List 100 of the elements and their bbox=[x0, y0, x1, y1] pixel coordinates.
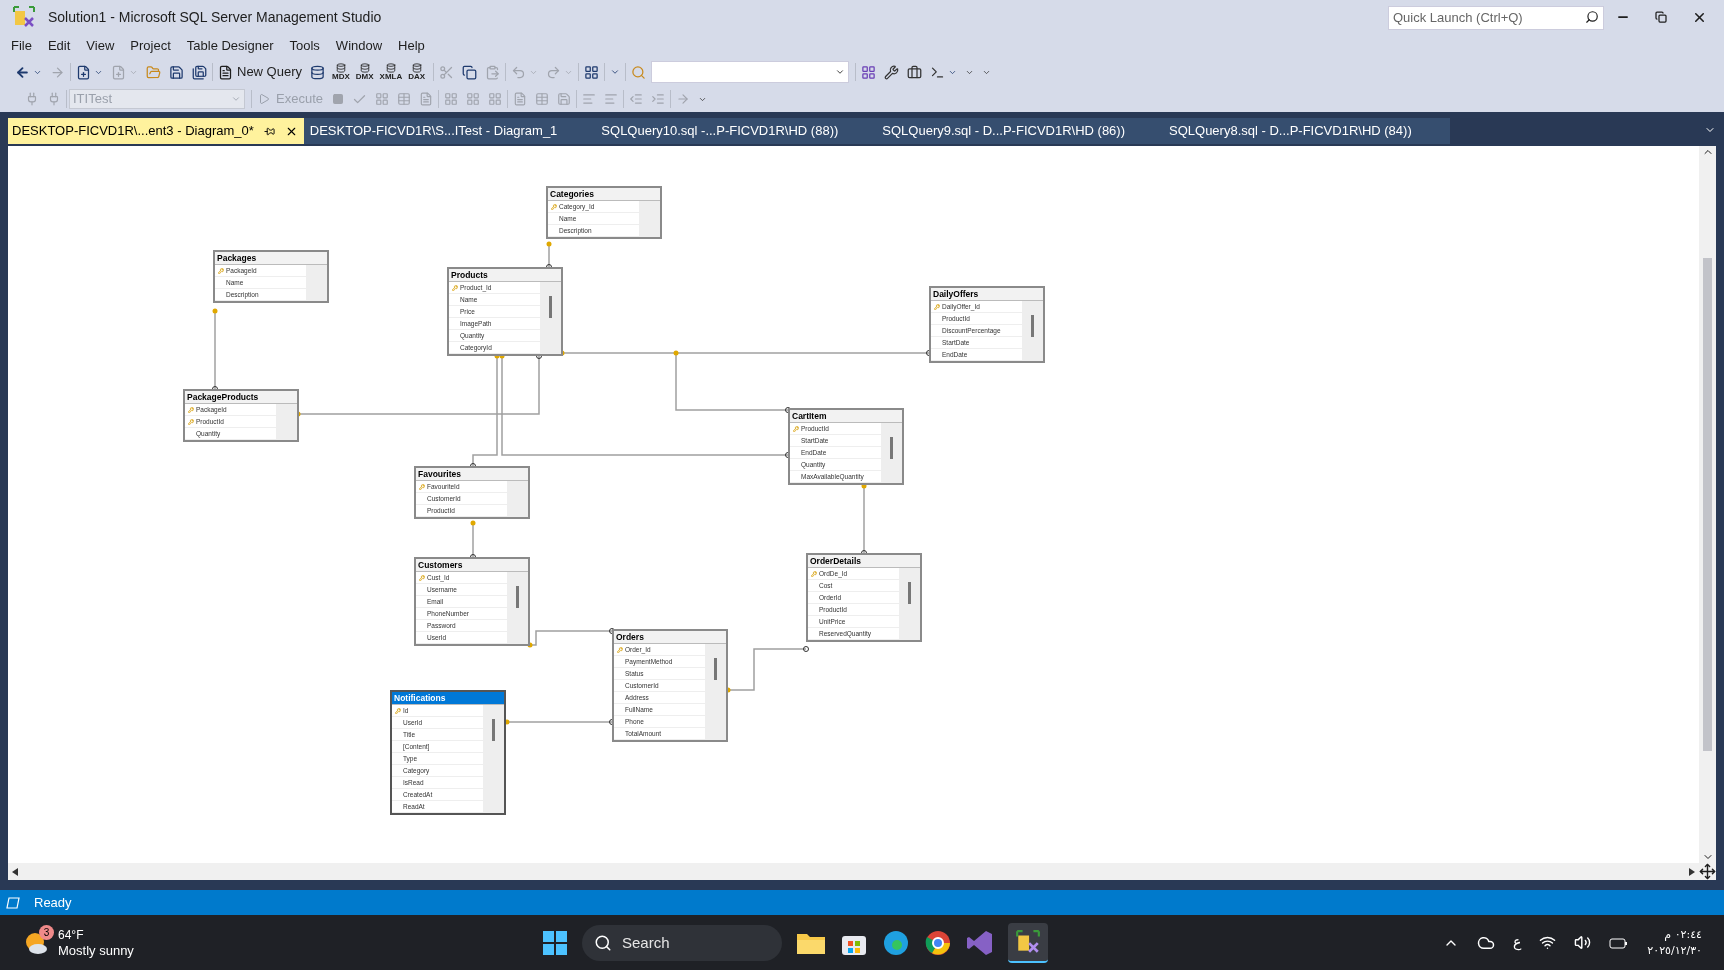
scroll-thumb[interactable] bbox=[890, 437, 893, 459]
key-icon bbox=[418, 483, 425, 490]
open-file-icon bbox=[146, 64, 161, 80]
scroll-thumb[interactable] bbox=[549, 296, 552, 318]
results-text-icon bbox=[513, 92, 527, 106]
menu-item[interactable]: Help bbox=[390, 35, 433, 57]
menu-item[interactable]: File bbox=[3, 35, 40, 57]
connect-icon bbox=[25, 92, 39, 106]
relationship-line[interactable] bbox=[527, 628, 615, 648]
menu-item[interactable]: Window bbox=[327, 35, 391, 57]
outdent-icon bbox=[629, 92, 643, 106]
quick-launch-field[interactable]: Quick Launch (Ctrl+Q) bbox=[1388, 5, 1604, 30]
key-icon bbox=[616, 646, 623, 653]
toolbox-icon bbox=[907, 64, 923, 80]
document-tab[interactable]: SQLQuery8.sql - D...P-FICVD1R\HD (84)) bbox=[1163, 118, 1450, 144]
window-title: Solution1 - Microsoft SQL Server Management Studio bbox=[48, 7, 382, 27]
restore-icon bbox=[1655, 11, 1667, 23]
scroll-thumb[interactable] bbox=[492, 719, 495, 741]
query-type-button[interactable]: DMX bbox=[353, 60, 376, 84]
caret-icon bbox=[231, 94, 241, 104]
volume-icon[interactable] bbox=[1574, 934, 1592, 951]
table-title: PackageProducts bbox=[185, 391, 297, 404]
add-item-icon bbox=[111, 64, 126, 80]
table-title: DailyOffers bbox=[931, 288, 1043, 301]
document-tab[interactable]: SQLQuery9.sql - D...P-FICVD1R\HD (86)) bbox=[876, 118, 1163, 144]
query-type-button[interactable]: DAX bbox=[406, 60, 428, 84]
relationship-line[interactable] bbox=[470, 520, 476, 560]
document-tab[interactable]: SQLQuery10.sql -...P-FICVD1R\HD (88)) bbox=[595, 118, 877, 144]
visual-studio-icon[interactable] bbox=[966, 928, 994, 957]
caret-icon bbox=[835, 67, 846, 77]
menu-item[interactable]: Edit bbox=[39, 35, 79, 57]
horizontal-scrollbar[interactable] bbox=[8, 863, 1699, 880]
results-file-icon bbox=[557, 92, 571, 106]
clock-time[interactable]: ٠٢:٤٤ م bbox=[1664, 926, 1702, 943]
solution-explorer-icon bbox=[861, 64, 877, 80]
clock-date[interactable]: ٢٠٢٥/١٢/٣٠ bbox=[1647, 942, 1702, 959]
key-icon bbox=[933, 303, 940, 310]
scroll-thumb[interactable] bbox=[908, 582, 911, 604]
document-tab[interactable]: DESKTOP-FICVD1R\S...ITest - Diagram_1 bbox=[303, 118, 596, 144]
table-title: CartItem bbox=[790, 410, 902, 423]
menu-item[interactable]: View bbox=[78, 35, 123, 57]
caret-icon bbox=[610, 67, 621, 77]
status-text: Ready bbox=[34, 893, 72, 912]
relationship-line[interactable] bbox=[212, 308, 218, 392]
table-title: OrderDetails bbox=[808, 555, 920, 568]
key-icon bbox=[394, 707, 401, 714]
browser-icon[interactable] bbox=[882, 928, 910, 957]
database-icon bbox=[359, 63, 370, 73]
undo-icon bbox=[511, 64, 527, 80]
search-combo[interactable] bbox=[651, 61, 850, 83]
database-icon bbox=[411, 63, 422, 73]
statistics-icon bbox=[488, 92, 502, 106]
menu-item[interactable]: Table Designer bbox=[178, 35, 282, 57]
wifi-icon[interactable] bbox=[1539, 934, 1557, 951]
relationship-line[interactable] bbox=[470, 353, 500, 469]
browser-icon[interactable] bbox=[924, 928, 952, 957]
key-icon bbox=[792, 425, 799, 432]
key-icon bbox=[187, 418, 194, 425]
table-title: Products bbox=[449, 269, 561, 282]
key-icon bbox=[217, 267, 224, 274]
query-type-button[interactable]: MDX bbox=[330, 60, 352, 84]
battery-icon[interactable] bbox=[1609, 935, 1630, 950]
vertical-scrollbar[interactable] bbox=[1699, 146, 1716, 863]
new-query-button[interactable]: New Query bbox=[215, 61, 306, 83]
menu-item[interactable]: Tools bbox=[281, 35, 328, 57]
key-icon bbox=[451, 284, 458, 291]
scroll-thumb[interactable] bbox=[516, 586, 519, 608]
intellisense-icon bbox=[419, 92, 433, 106]
terminal-icon bbox=[930, 64, 946, 80]
scroll-left-icon[interactable] bbox=[12, 867, 18, 876]
forward-icon bbox=[50, 64, 65, 80]
new-project-icon bbox=[76, 64, 91, 80]
pin-icon[interactable] bbox=[263, 125, 275, 137]
app-logo-icon bbox=[12, 5, 36, 29]
taskbar-app-button[interactable] bbox=[1008, 922, 1048, 963]
scroll-thumb[interactable] bbox=[1031, 315, 1034, 337]
uncomment-icon bbox=[604, 92, 618, 106]
language-indicator[interactable]: ع bbox=[1512, 932, 1522, 953]
stop-icon bbox=[332, 93, 344, 105]
query-type-button[interactable]: XMLA bbox=[377, 60, 405, 84]
relationship-line[interactable] bbox=[861, 483, 867, 556]
scroll-right-icon[interactable] bbox=[1689, 867, 1695, 876]
status-icon bbox=[6, 896, 20, 909]
relationship-line[interactable] bbox=[725, 646, 809, 693]
save-all-icon bbox=[192, 64, 207, 80]
taskbar-search-field[interactable]: Search bbox=[582, 924, 782, 961]
search-icon bbox=[594, 933, 612, 952]
table-title: Orders bbox=[614, 631, 726, 644]
app-logo-icon bbox=[1015, 928, 1041, 955]
start-icon[interactable] bbox=[542, 929, 568, 956]
plan-icon bbox=[375, 92, 389, 106]
relationship-line[interactable] bbox=[504, 719, 615, 725]
menu-item[interactable]: Project bbox=[122, 35, 179, 57]
disconnect-icon bbox=[47, 92, 61, 106]
scroll-thumb[interactable] bbox=[714, 658, 717, 680]
document-tab[interactable]: DESKTOP-FICVD1R\...ent3 - Diagram_0* bbox=[8, 118, 304, 144]
back-icon bbox=[15, 64, 30, 80]
temperature[interactable]: 64°F bbox=[58, 926, 134, 943]
key-icon bbox=[810, 570, 817, 577]
weather-condition[interactable]: Mostly sunny bbox=[58, 942, 134, 959]
